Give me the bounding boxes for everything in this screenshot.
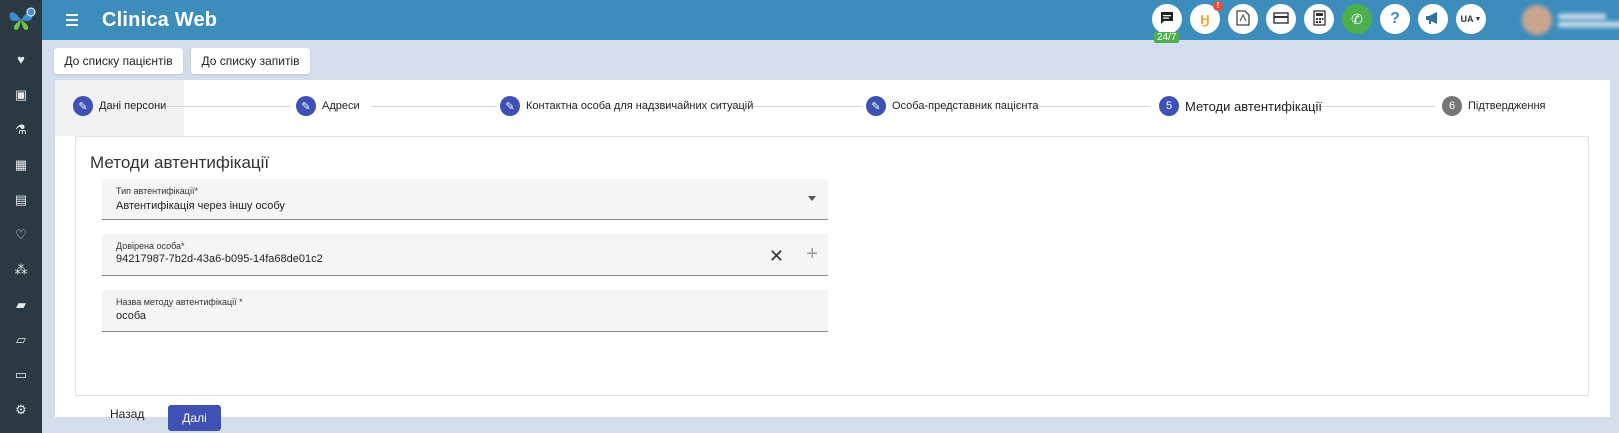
trusted-person-field[interactable]: Довірена особа* 94217987-7b2d-43a6-b095-… [102,234,828,276]
user-menu[interactable] [1522,5,1619,35]
step-label: Підтвердження [1468,100,1546,112]
step-label: Адреси [322,100,360,112]
pdf-button[interactable] [1228,4,1258,34]
field-value: Автентифікація через іншу особу [116,200,285,212]
close-icon[interactable]: ✕ [769,246,784,267]
stepper: ✎ Дані персони ✎ Адреси ✎ Контактна особ… [55,80,1610,136]
pencil-icon: ✎ [296,96,316,116]
chat-icon [1159,10,1175,29]
step-patient-representative[interactable]: ✎ Особа-представник пацієнта [866,96,1039,116]
flask-icon[interactable]: ⚗ [0,112,42,147]
step-connector [1033,106,1151,107]
avatar [1522,5,1552,35]
cogs-icon[interactable]: ⚙ [0,392,42,427]
step-label: Особа-представник пацієнта [892,100,1039,112]
menu-icon[interactable] [54,14,90,26]
money-icon[interactable]: ▭ [0,357,42,392]
payment-card-button[interactable] [1266,4,1296,34]
app-title: Clinica Web [102,8,218,31]
dropdown-arrow-icon[interactable] [808,196,816,201]
field-label: Назва методу автентифікації * [116,297,243,307]
top-bar: Clinica Web 24/7 Ӈ ! ✆ ? UA ▼ [42,0,1619,43]
patients-list-button[interactable]: До списку пацієнтів [54,48,183,74]
language-select[interactable]: UA ▼ [1456,4,1486,34]
pencil-icon: ✎ [866,96,886,116]
back-button[interactable]: Назад [110,407,144,421]
step-connector [165,106,291,107]
header-actions: 24/7 Ӈ ! ✆ ? UA ▼ [1152,1,1486,43]
step-label: Дані персони [99,100,167,112]
phone-icon: ✆ [1351,10,1363,27]
notification-badge: ! [1213,1,1223,11]
language-code: UA [1460,14,1474,24]
announcements-button[interactable] [1418,4,1448,34]
contact-card-icon[interactable]: ▣ [0,77,42,112]
step-emergency-contact[interactable]: ✎ Контактна особа для надзвичайних ситуа… [500,96,753,116]
field-label: Довірена особа* [116,241,185,251]
step-number: 6 [1442,96,1462,116]
phone-button[interactable]: ✆ [1342,4,1372,34]
caret-down-icon: ▼ [1474,15,1482,23]
field-label: Тип автентифікації* [116,186,198,196]
main-panel: ✎ Дані персони ✎ Адреси ✎ Контактна особ… [55,80,1610,431]
credit-card-icon [1273,11,1289,27]
document-icon[interactable]: ▤ [0,182,42,217]
pencil-icon: ✎ [73,96,93,116]
book-icon[interactable]: ▰ [0,287,42,322]
molecules-icon[interactable]: ⁂ [0,252,42,287]
requests-list-button[interactable]: До списку запитів [191,48,310,74]
chat-button[interactable]: 24/7 [1152,4,1182,43]
step-person-data[interactable]: ✎ Дані персони [73,96,166,116]
next-button[interactable]: Далі [168,405,221,431]
support-badge: 24/7 [1154,32,1180,43]
calculator-icon [1312,9,1326,29]
question-icon: ? [1390,10,1400,27]
step-addresses[interactable]: ✎ Адреси [296,96,360,116]
calculator-button[interactable] [1304,4,1334,34]
step-auth-methods[interactable]: 5 Методи автентифікації [1159,96,1322,116]
user-name-blurred [1558,13,1619,27]
method-name-input[interactable]: Назва методу автентифікації * особа [102,290,828,332]
step-number: 5 [1159,96,1179,116]
calendar-icon[interactable]: ▦ [0,147,42,182]
sidebar: ♥ ▣ ⚗ ▦ ▤ ♡ ⁂ ▰ ▱ ▭ ⚙ [0,0,42,433]
notifications-button[interactable]: Ӈ ! [1190,1,1223,34]
field-value: 94217987-7b2d-43a6-b095-14fa68de01c2 [116,253,323,265]
step-label: Контактна особа для надзвичайних ситуаці… [526,100,754,112]
step-connector [1313,106,1435,107]
helsi-icon: Ӈ [1200,11,1210,27]
plus-icon[interactable]: + [806,243,818,266]
folder-icon[interactable]: ▱ [0,322,42,357]
butterfly-logo-icon[interactable] [0,0,42,40]
form-title: Методи автентифікації [90,153,270,172]
help-button[interactable]: ? [1380,4,1410,34]
step-connector [741,106,863,107]
auth-methods-card: Методи автентифікації Тип автентифікації… [75,136,1589,431]
pdf-icon [1236,9,1250,29]
step-confirmation[interactable]: 6 Підтвердження [1442,96,1546,116]
megaphone-icon [1425,11,1441,28]
auth-type-select[interactable]: Тип автентифікації* Автентифікація через… [102,179,828,220]
heartbeat-icon[interactable]: ♡ [0,217,42,252]
heart-icon[interactable]: ♥ [0,42,42,77]
pencil-icon: ✎ [500,96,520,116]
step-label: Методи автентифікації [1185,98,1323,114]
field-value: особа [116,310,147,322]
step-connector [371,106,497,107]
